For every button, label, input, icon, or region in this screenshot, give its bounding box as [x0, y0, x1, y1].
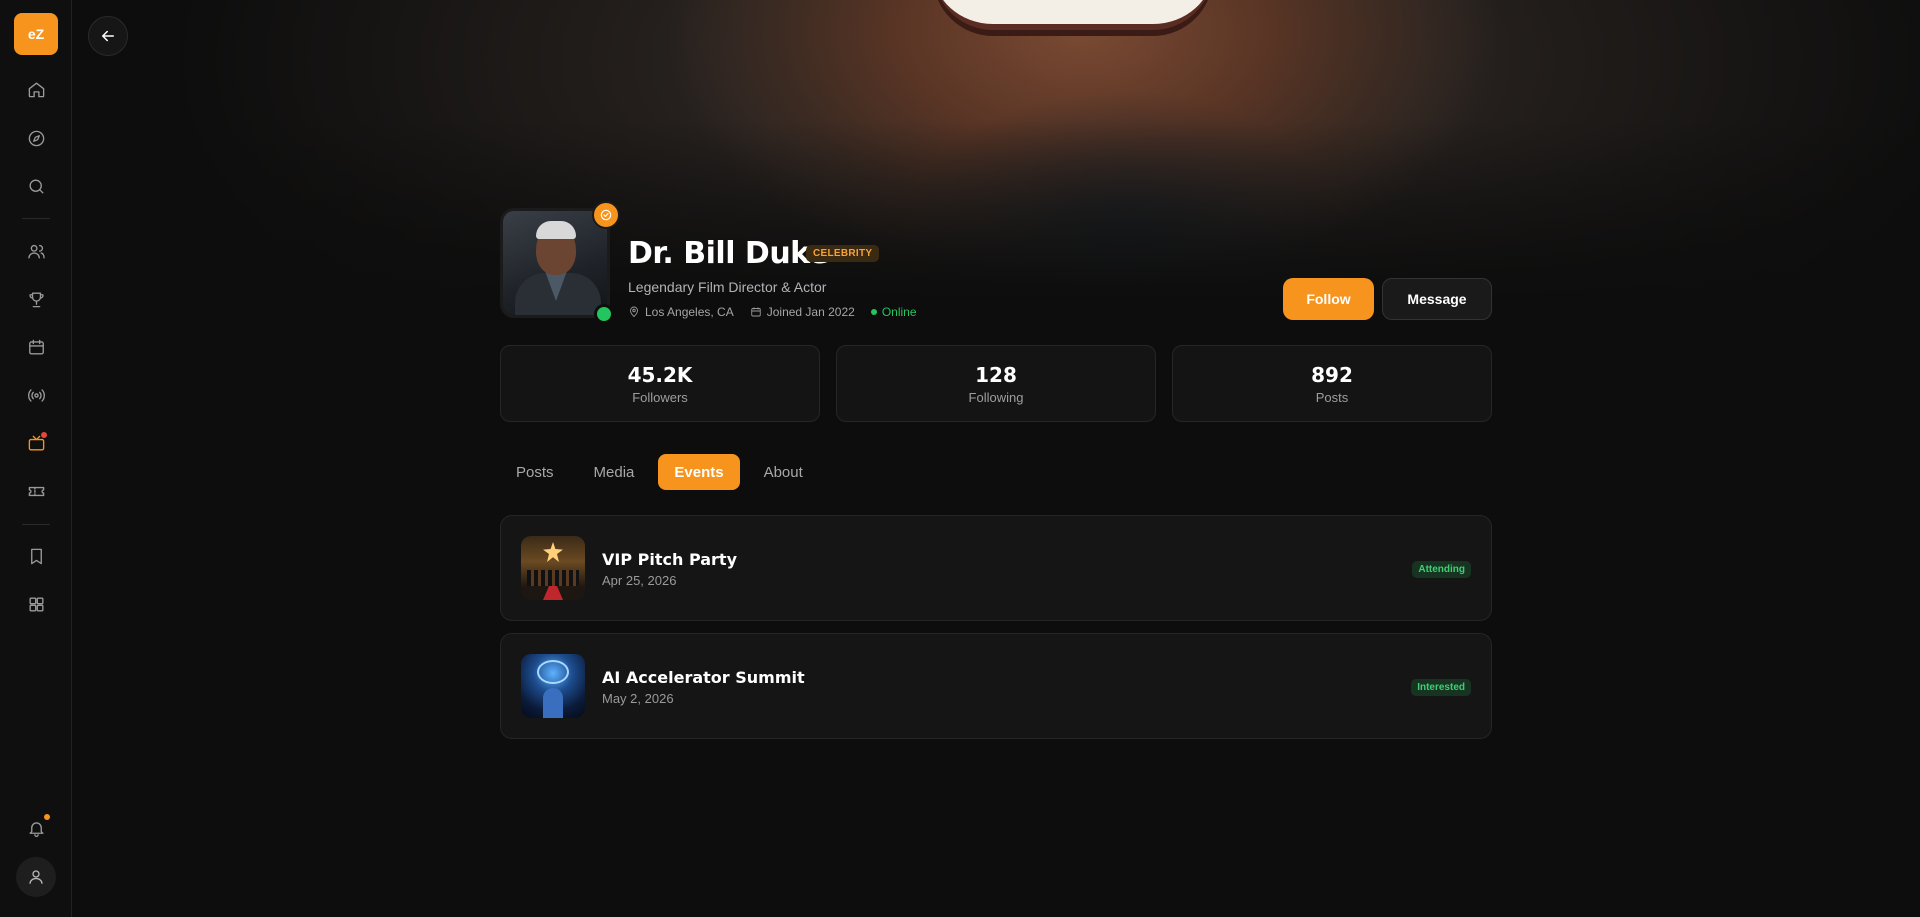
event-date: Apr 25, 2026 [602, 573, 677, 588]
users-icon[interactable] [22, 237, 50, 265]
tab-about[interactable]: About [748, 454, 819, 490]
location-text: Los Angeles, CA [645, 305, 734, 319]
stat-following[interactable]: 128 Following [836, 345, 1156, 422]
profile-tabs: Posts Media Events About [500, 454, 819, 490]
app-logo[interactable]: eZ [14, 13, 58, 55]
ticket-icon[interactable] [22, 477, 50, 505]
cover-image [73, 0, 1920, 300]
event-card[interactable]: VIP Pitch Party Apr 25, 2026 Attending [500, 515, 1492, 621]
joined-text: Joined Jan 2022 [766, 305, 855, 319]
celebrity-badge: CELEBRITY [806, 245, 880, 262]
verified-check-icon [600, 209, 612, 221]
cover-photo-smile [933, 0, 1213, 30]
profile-name: Dr. Bill Duke [628, 236, 829, 271]
notification-dot [41, 432, 47, 438]
follow-button[interactable]: Follow [1283, 278, 1374, 320]
map-pin-icon [630, 306, 638, 318]
grid-icon[interactable] [22, 590, 50, 618]
event-date: May 2, 2026 [602, 691, 674, 706]
bell-icon[interactable] [22, 814, 50, 842]
event-thumbnail [521, 536, 585, 600]
sidebar-divider [22, 218, 50, 219]
cover-fade [73, 120, 1920, 300]
online-indicator [594, 304, 614, 324]
notification-dot [44, 814, 50, 820]
arrow-left-icon [102, 30, 114, 42]
bookmark-icon[interactable] [22, 542, 50, 570]
profile-meta: Los Angeles, CA Joined Jan 2022 Online [628, 305, 917, 319]
event-status-badge: Attending [1412, 561, 1471, 578]
compass-icon[interactable] [22, 124, 50, 152]
event-card[interactable]: AI Accelerator Summit May 2, 2026 Intere… [500, 633, 1492, 739]
event-title: AI Accelerator Summit [602, 668, 805, 687]
message-button[interactable]: Message [1382, 278, 1492, 320]
stat-value: 45.2K [627, 363, 693, 387]
verified-badge [592, 201, 620, 229]
location: Los Angeles, CA [628, 305, 734, 319]
stat-value: 128 [975, 363, 1017, 387]
online-dot-icon [870, 309, 877, 315]
broadcast-icon[interactable] [22, 381, 50, 409]
calendar-small-icon [751, 307, 761, 317]
event-title: VIP Pitch Party [602, 550, 737, 569]
sidebar: eZ [0, 0, 72, 917]
stat-label: Followers [632, 390, 688, 405]
sidebar-divider [22, 524, 50, 525]
stat-label: Posts [1315, 390, 1349, 405]
home-icon[interactable] [22, 75, 50, 103]
profile-tagline: Legendary Film Director & Actor [628, 279, 827, 295]
search-icon[interactable] [22, 172, 50, 200]
stat-posts[interactable]: 892 Posts [1172, 345, 1492, 422]
profile-avatar [500, 208, 610, 318]
event-status-badge: Interested [1411, 679, 1471, 696]
tab-events[interactable]: Events [658, 454, 740, 490]
online-status: Online [870, 305, 917, 319]
back-button[interactable] [88, 16, 128, 56]
joined-date: Joined Jan 2022 [750, 305, 855, 319]
event-thumbnail [521, 654, 585, 718]
stat-label: Following [968, 390, 1024, 405]
tab-media[interactable]: Media [578, 454, 651, 490]
tab-posts[interactable]: Posts [500, 454, 570, 490]
trophy-icon[interactable] [22, 285, 50, 313]
stat-followers[interactable]: 45.2K Followers [500, 345, 820, 422]
user-icon[interactable] [16, 857, 56, 897]
online-status-text: Online [881, 305, 917, 319]
tv-icon[interactable] [22, 429, 50, 457]
calendar-icon[interactable] [22, 333, 50, 361]
stat-value: 892 [1311, 363, 1353, 387]
